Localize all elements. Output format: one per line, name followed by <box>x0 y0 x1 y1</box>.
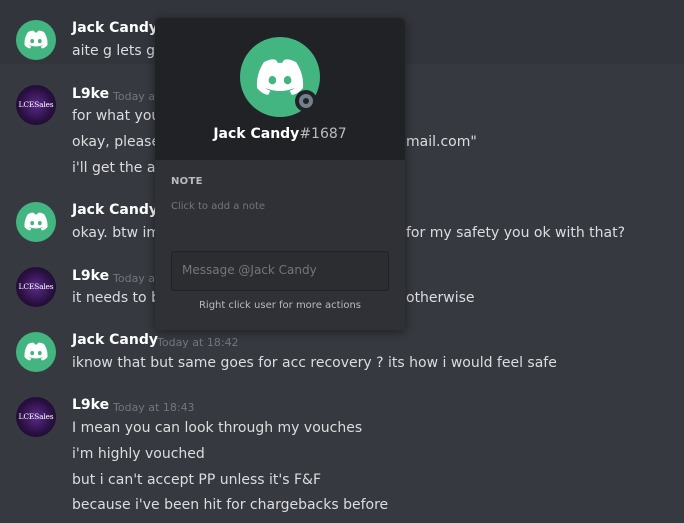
popout-discriminator: #1687 <box>299 126 347 142</box>
message-text: it needs to b <box>72 290 160 306</box>
avatar[interactable]: LCESales <box>16 397 56 437</box>
popout-username: Jack Candy <box>213 126 300 142</box>
avatar[interactable]: LCESales <box>16 85 56 125</box>
message-author[interactable]: Jack Candy <box>72 332 158 348</box>
message-timestamp: Today at 18:43 <box>113 401 195 414</box>
message-text: for what you <box>72 108 161 124</box>
message-text: iknow that but same goes for acc recover… <box>72 355 557 371</box>
message-author[interactable]: L9ke <box>72 397 109 413</box>
user-popout: Jack Candy#1687 NOTE Click to add a note… <box>155 18 405 330</box>
discord-logo-icon <box>256 59 304 95</box>
message-text: because i've been hit for chargebacks be… <box>72 497 389 513</box>
message-text: but i can't accept PP unless it's F&F <box>72 472 322 488</box>
message-text: aite g lets go <box>72 43 164 59</box>
message-text: i'll get the ac <box>72 160 164 176</box>
message-text: i'm highly vouched <box>72 446 205 462</box>
message-author[interactable]: L9ke <box>72 268 109 284</box>
discord-logo-icon <box>24 212 48 231</box>
avatar-logo-text: LCESales <box>18 100 54 109</box>
message-author[interactable]: Jack Candy <box>72 202 158 218</box>
message-text: I mean you can look through my vouches <box>72 420 363 436</box>
message-timestamp: Today at 18:42 <box>157 336 239 349</box>
message-text: okay. btw im <box>72 225 160 241</box>
avatar[interactable]: LCESales <box>16 267 56 307</box>
message-text-trailing: mail.com" <box>406 134 477 150</box>
popout-hint: Right click user for more actions <box>198 300 362 311</box>
message-author[interactable]: Jack Candy <box>72 20 158 36</box>
message-text-trailing: for my safety you ok with that? <box>406 225 626 241</box>
note-input[interactable]: Click to add a note <box>171 201 265 212</box>
offline-status-icon <box>295 90 317 112</box>
discord-logo-icon <box>24 30 48 49</box>
avatar[interactable] <box>16 20 56 60</box>
discord-logo-icon <box>24 342 48 361</box>
avatar[interactable] <box>16 332 56 372</box>
message-user-input[interactable]: Message @Jack Candy <box>171 251 389 291</box>
popout-header: Jack Candy#1687 <box>155 18 405 160</box>
message-author[interactable]: L9ke <box>72 86 109 102</box>
message-text: okay, please <box>72 134 161 150</box>
message-text-trailing: otherwise <box>406 290 475 306</box>
avatar-logo-text: LCESales <box>18 412 54 421</box>
avatar-logo-text: LCESales <box>18 282 54 291</box>
popout-user-tag[interactable]: Jack Candy#1687 <box>155 126 405 142</box>
avatar[interactable] <box>16 202 56 242</box>
note-heading: NOTE <box>171 176 203 187</box>
